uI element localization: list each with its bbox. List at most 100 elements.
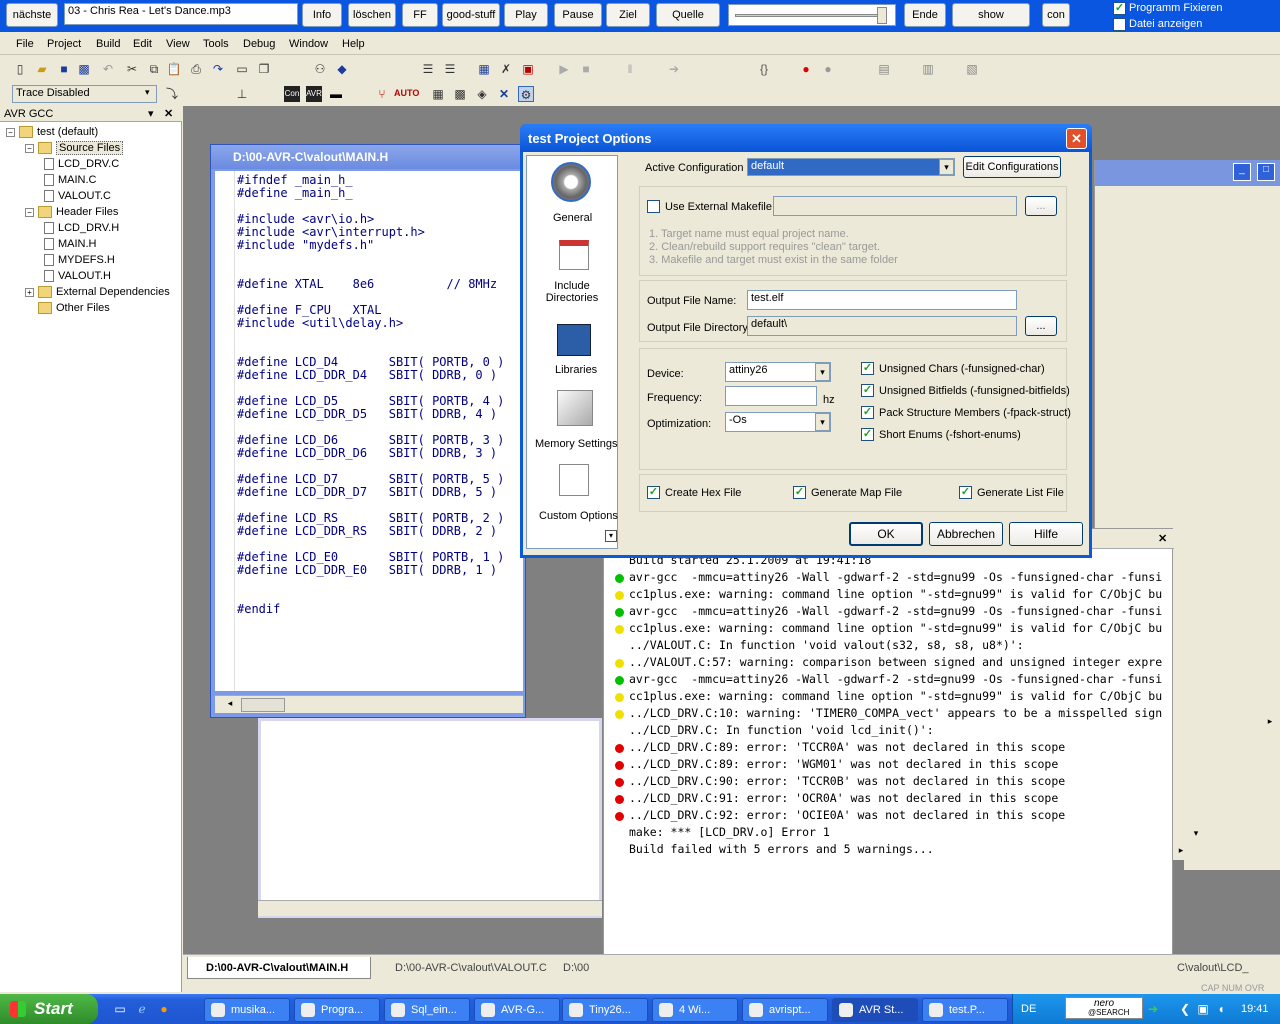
- tree-item[interactable]: Other Files: [25, 300, 110, 316]
- info-button[interactable]: Info: [302, 3, 342, 27]
- tab-other[interactable]: D:\00: [559, 957, 603, 979]
- tree-item[interactable]: + External Dependencies: [25, 284, 170, 300]
- close-icon[interactable]: ✕: [164, 107, 173, 120]
- trace-select[interactable]: Trace Disabled: [12, 85, 157, 103]
- close-icon[interactable]: ✕: [1066, 128, 1087, 149]
- menu-tools[interactable]: Tools: [203, 38, 229, 50]
- pack-struct-checkbox[interactable]: ✓: [861, 406, 874, 419]
- start-button[interactable]: Start: [0, 994, 98, 1024]
- calc-icon[interactable]: ▩: [452, 86, 468, 102]
- indent-icon[interactable]: ☰: [420, 61, 436, 77]
- pin-program-checkbox[interactable]: ✓: [1113, 2, 1126, 15]
- build-vscrollbar[interactable]: ▸ ▾ ▸: [1179, 540, 1280, 870]
- taskbar-item[interactable]: AVR-G...: [474, 998, 560, 1022]
- tree-item[interactable]: − test (default): [6, 124, 98, 140]
- tree-item[interactable]: LCD_DRV.H: [44, 220, 119, 236]
- taskbar-item[interactable]: Tiny26...: [562, 998, 648, 1022]
- tab-lcd[interactable]: C\valout\LCD_: [1173, 957, 1263, 979]
- view-icon[interactable]: ▤: [876, 61, 892, 77]
- auto-label[interactable]: AUTO: [394, 88, 419, 98]
- gear-icon[interactable]: ⚙: [518, 86, 534, 102]
- step-into-icon[interactable]: ⊥: [234, 86, 250, 102]
- tree-item[interactable]: VALOUT.H: [44, 268, 111, 284]
- tree-expander-icon[interactable]: [25, 304, 34, 313]
- run-icon[interactable]: ▶: [556, 61, 572, 77]
- short-enums-checkbox[interactable]: ✓: [861, 428, 874, 441]
- braces-icon[interactable]: {}: [756, 61, 772, 77]
- target-button[interactable]: Ziel: [606, 3, 650, 27]
- tree-expander-icon[interactable]: −: [6, 127, 15, 137]
- help-button[interactable]: Hilfe: [1009, 522, 1083, 546]
- menu-build[interactable]: Build: [96, 38, 120, 50]
- network-tray-icon[interactable]: ▣: [1195, 1001, 1211, 1017]
- tree-item[interactable]: VALOUT.C: [44, 188, 111, 204]
- generate-list-checkbox[interactable]: ✓: [959, 486, 972, 499]
- output-file-input[interactable]: test.elf: [747, 290, 1017, 310]
- chevron-down-icon[interactable]: ▾: [605, 530, 617, 542]
- menu-file[interactable]: File: [16, 38, 34, 50]
- menu-window[interactable]: Window: [289, 38, 328, 50]
- arrow-right-icon[interactable]: ➔: [1145, 1001, 1161, 1017]
- step-icon[interactable]: ➔: [666, 61, 682, 77]
- menu-view[interactable]: View: [166, 38, 190, 50]
- tree-expander-icon[interactable]: −: [25, 143, 34, 153]
- scroll-thumb[interactable]: [241, 698, 285, 712]
- stop-icon[interactable]: ■: [578, 61, 594, 77]
- taskbar-item[interactable]: Sql_ein...: [384, 998, 470, 1022]
- save-all-icon[interactable]: ▩: [76, 61, 92, 77]
- volume-tray-icon[interactable]: ◖: [1213, 1001, 1229, 1017]
- unsigned-chars-checkbox[interactable]: ✓: [861, 362, 874, 375]
- tree-item[interactable]: MAIN.H: [44, 236, 97, 252]
- close-cross-icon[interactable]: ✕: [496, 86, 512, 102]
- nav-custom-options[interactable]: Custom Options: [529, 460, 618, 522]
- memory-icon[interactable]: ▥: [920, 61, 936, 77]
- edit-configurations-button[interactable]: Edit Configurations: [963, 156, 1061, 178]
- scroll-up-icon[interactable]: ▸: [1262, 716, 1278, 732]
- undo-icon[interactable]: ↶: [100, 61, 116, 77]
- bookmark-icon[interactable]: ◆: [334, 61, 350, 77]
- editor-hscrollbar[interactable]: ◂: [215, 695, 523, 713]
- desktop-icon[interactable]: ▭: [112, 1001, 128, 1017]
- source-button[interactable]: Quelle: [656, 3, 720, 27]
- delete-button[interactable]: löschen: [348, 3, 396, 27]
- breakpoint-icon[interactable]: ●: [798, 61, 814, 77]
- chevron-down-icon[interactable]: ▾: [815, 363, 830, 381]
- outdent-icon[interactable]: ☰: [442, 61, 458, 77]
- end-button[interactable]: Ende: [904, 3, 946, 27]
- taskbar-item[interactable]: test.P...: [922, 998, 1008, 1022]
- flow-icon[interactable]: ⤵: [164, 86, 180, 102]
- nav-memory-settings[interactable]: Memory Settings: [529, 390, 618, 452]
- tree-expander-icon[interactable]: +: [25, 287, 34, 297]
- new-file-icon[interactable]: ▯: [12, 61, 28, 77]
- network-icon[interactable]: ⑂: [374, 86, 390, 102]
- tree-expander-icon[interactable]: −: [25, 207, 34, 217]
- play-button[interactable]: Play: [504, 3, 548, 27]
- output-dir-input[interactable]: default\: [747, 316, 1017, 336]
- good-stuff-button[interactable]: good-stuff: [442, 3, 500, 27]
- chip-icon[interactable]: Con: [284, 86, 300, 102]
- scroll-right-icon[interactable]: ▸: [1174, 845, 1188, 859]
- tab-valout-c[interactable]: D:\00-AVR-C\valout\VALOUT.C: [375, 957, 555, 979]
- taskbar-item[interactable]: musika...: [204, 998, 290, 1022]
- show-button[interactable]: show: [952, 3, 1030, 27]
- cut-icon[interactable]: ✂: [124, 61, 140, 77]
- background-scrollbar[interactable]: [258, 900, 602, 916]
- taskbar-item[interactable]: 4 Wi...: [652, 998, 738, 1022]
- find-binoculars-icon[interactable]: ⚇: [312, 61, 328, 77]
- tray-expand-icon[interactable]: ❮: [1177, 1001, 1193, 1017]
- language-indicator[interactable]: DE: [1021, 1003, 1036, 1015]
- taskbar-item[interactable]: Progra...: [294, 998, 380, 1022]
- firefox-icon[interactable]: ●: [156, 1001, 172, 1017]
- taskbar-item[interactable]: avrispt...: [742, 998, 828, 1022]
- tree-item[interactable]: − Source Files: [25, 140, 124, 156]
- nav-general[interactable]: General: [529, 158, 615, 226]
- next-button[interactable]: nächste: [6, 3, 58, 27]
- makefile-browse-button[interactable]: ...: [1025, 196, 1057, 216]
- build-icon[interactable]: ▦: [476, 61, 492, 77]
- nav-include-dirs[interactable]: Include Directories: [529, 236, 615, 308]
- chevron-down-icon[interactable]: ▾: [148, 107, 154, 120]
- taskbar-item[interactable]: AVR St...: [832, 998, 918, 1022]
- open-folder-icon[interactable]: ▰: [34, 61, 50, 77]
- grid-icon[interactable]: ▦: [430, 86, 446, 102]
- maximize-icon[interactable]: □: [1257, 163, 1275, 181]
